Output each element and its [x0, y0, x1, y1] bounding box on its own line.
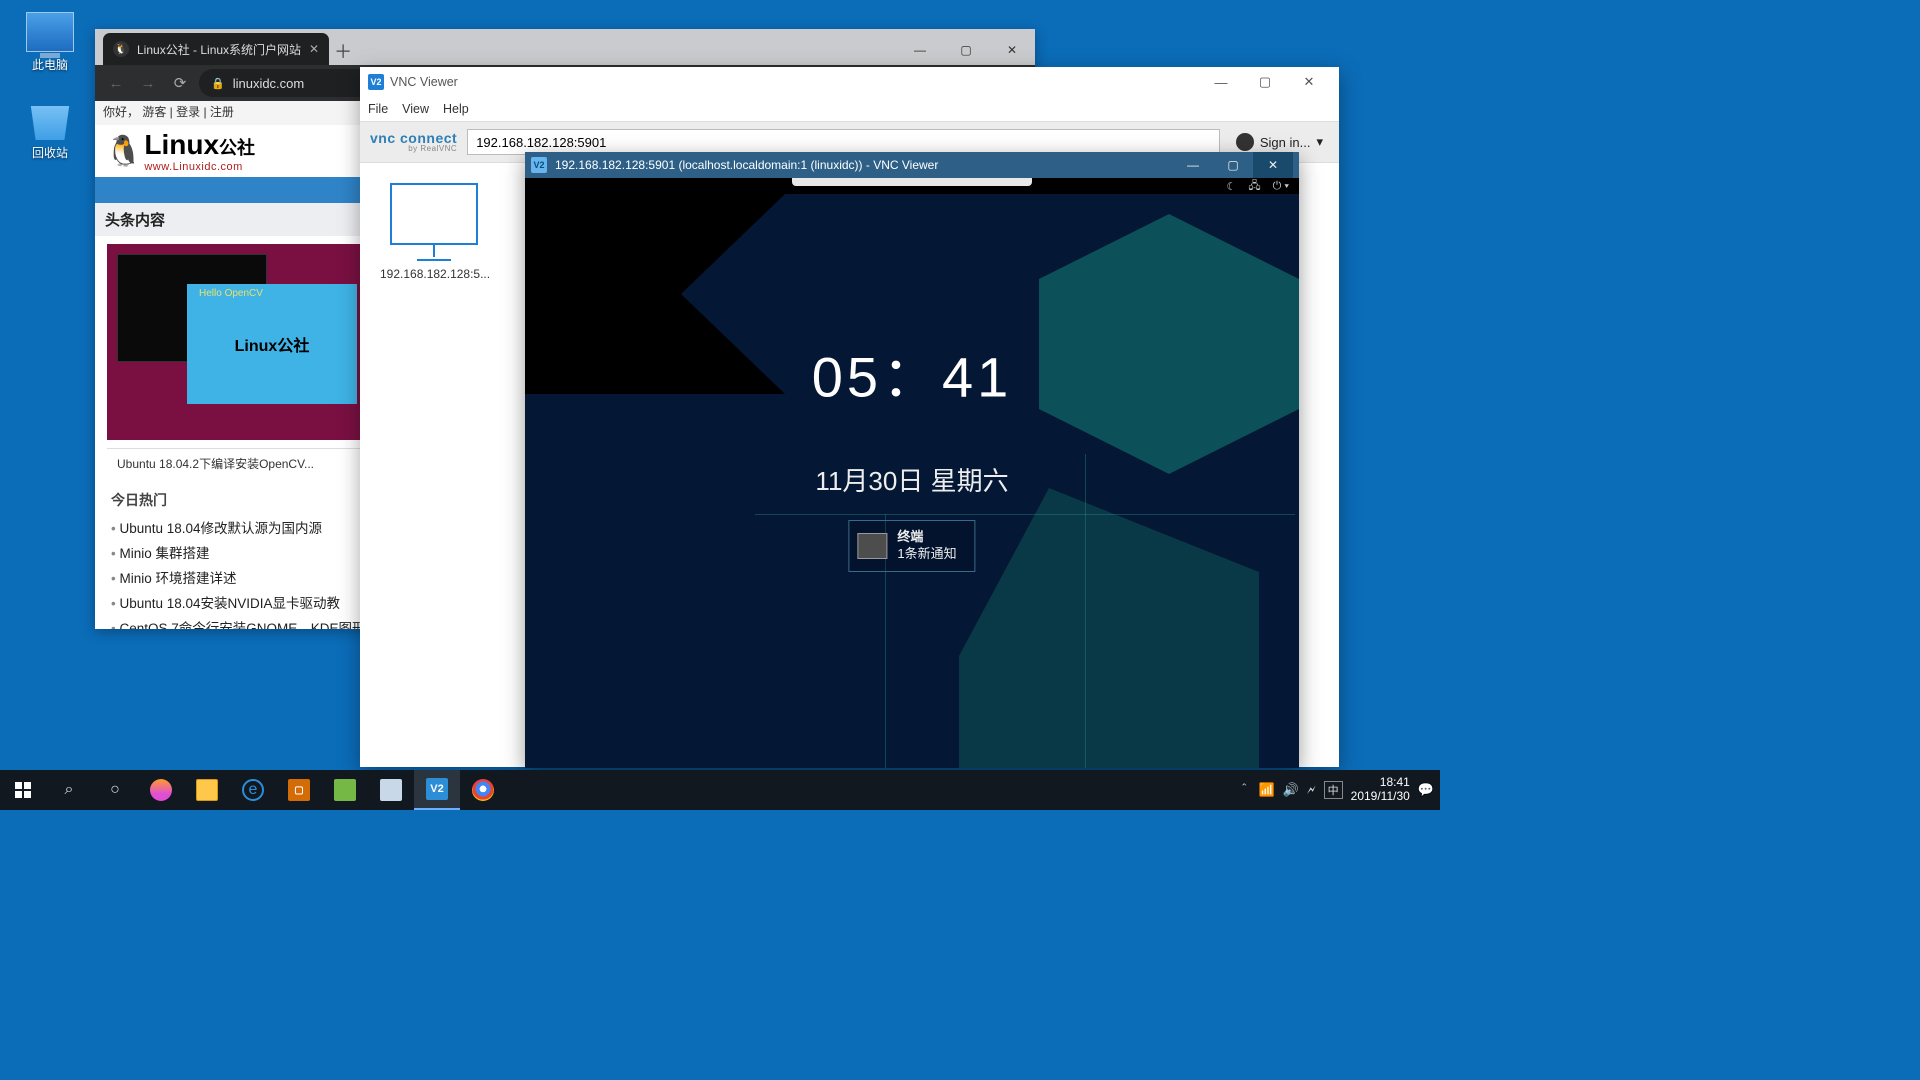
ie-button[interactable]: e	[230, 770, 276, 810]
maximize-button[interactable]: ▢	[1243, 68, 1287, 96]
titlebar[interactable]: V2 VNC Viewer — ▢ ✕	[360, 67, 1339, 97]
cortana-button[interactable]: ○	[92, 770, 138, 810]
sign-in-button[interactable]: Sign in... ▾	[1230, 133, 1329, 151]
chrome-icon	[472, 779, 494, 801]
close-button[interactable]: ✕	[1253, 152, 1293, 178]
reload-button[interactable]: ⟳	[167, 70, 193, 96]
menu-bar: File View Help	[360, 97, 1339, 121]
back-button[interactable]: ←	[103, 70, 129, 96]
minimize-button[interactable]: —	[1173, 152, 1213, 178]
night-icon[interactable]: ☾	[1226, 180, 1236, 193]
desktop-icon-label: 回收站	[32, 146, 68, 160]
vnc-icon: V2	[368, 74, 384, 90]
close-button[interactable]: ✕	[989, 35, 1035, 65]
start-button[interactable]	[0, 770, 46, 810]
wifi-icon[interactable]: 📶	[1259, 782, 1275, 798]
connection-label: 192.168.182.128:5...	[380, 267, 488, 281]
monitor-icon	[390, 183, 478, 245]
tab-title: Linux公社 - Linux系统门户网站	[137, 41, 301, 58]
new-tab-button[interactable]: ＋	[329, 37, 357, 65]
folder-icon	[196, 779, 218, 801]
vnc-session-window: V2 192.168.182.128:5901 (localhost.local…	[525, 152, 1299, 768]
battery-icon[interactable]: 🗲	[1307, 782, 1316, 798]
system-tray: ＾ 📶 🔊 🗲 中 18:41 2019/11/30 💬	[1232, 776, 1440, 804]
action-center-icon[interactable]: 💬	[1418, 782, 1434, 798]
notification-card[interactable]: 终端 1条新通知	[848, 520, 975, 572]
desktop-icon-recycle-bin[interactable]: 回收站	[12, 100, 88, 161]
window-title: 192.168.182.128:5901 (localhost.localdom…	[555, 158, 938, 172]
close-button[interactable]: ✕	[1287, 68, 1331, 96]
gnome-top-bar: ☾ 🖧 ⏻ ▾	[525, 178, 1299, 194]
notification-title: 终端	[897, 529, 956, 546]
close-icon[interactable]: ✕	[309, 42, 319, 56]
taskbar: ⌕ ○ e ▢ V2 ＾ 📶 🔊 🗲 中 18:41 2019/11/30 💬	[0, 770, 1440, 810]
computer-icon	[26, 12, 74, 52]
address-text: linuxidc.com	[233, 76, 305, 91]
penguin-icon: 🐧	[105, 134, 142, 169]
notepad-icon	[380, 779, 402, 801]
site-logo[interactable]: 🐧 Linux公社 www.Linuxidc.com	[105, 129, 255, 173]
avatar-icon	[1236, 133, 1254, 151]
vmware-icon: ▢	[288, 779, 310, 801]
vmware-button[interactable]: ▢	[276, 770, 322, 810]
forward-button[interactable]: →	[135, 70, 161, 96]
vnc-icon: V2	[426, 778, 448, 800]
titlebar[interactable]: V2 192.168.182.128:5901 (localhost.local…	[525, 152, 1299, 178]
minimize-button[interactable]: —	[1199, 68, 1243, 96]
remote-desktop[interactable]: ☾ 🖧 ⏻ ▾ 05：41 11月30日 星期六 终端 1条新通知	[525, 178, 1299, 768]
search-button[interactable]: ⌕	[46, 770, 92, 810]
file-explorer-button[interactable]	[184, 770, 230, 810]
vnc-connect-logo: vnc connect by RealVNC	[370, 131, 457, 153]
volume-icon[interactable]: 🔊	[1283, 782, 1299, 798]
vnc-icon: V2	[531, 157, 547, 173]
chrome-button[interactable]	[460, 770, 506, 810]
lock-screen-clock: 05：41	[812, 332, 1013, 413]
desktop-icon-this-pc[interactable]: 此电脑	[12, 12, 88, 73]
menu-help[interactable]: Help	[443, 102, 469, 116]
vnc-viewer-button[interactable]: V2	[414, 770, 460, 810]
pix-icon	[334, 779, 356, 801]
menu-file[interactable]: File	[368, 102, 388, 116]
lock-icon: 🔒	[211, 77, 225, 90]
notification-body: 1条新通知	[897, 546, 956, 563]
maximize-button[interactable]: ▢	[943, 35, 989, 65]
taskbar-clock[interactable]: 18:41 2019/11/30	[1351, 776, 1410, 804]
headline-caption[interactable]: Ubuntu 18.04.2下编译安装OpenCV...	[117, 455, 314, 472]
terminal-icon	[857, 533, 887, 559]
penguin-icon: 🐧	[113, 41, 129, 57]
vnc-toolbar-handle[interactable]	[792, 178, 1032, 186]
chrome-tab-strip: 🐧 Linux公社 - Linux系统门户网站 ✕ ＋ — ▢ ✕	[95, 29, 1035, 65]
ime-indicator[interactable]: 中	[1324, 781, 1343, 799]
opencv-window: Linux公社	[187, 284, 357, 404]
pix-button[interactable]	[322, 770, 368, 810]
maximize-button[interactable]: ▢	[1213, 152, 1253, 178]
lock-screen-date: 11月30日 星期六	[815, 461, 1008, 498]
recycle-bin-icon	[26, 100, 74, 140]
window-title: VNC Viewer	[390, 75, 458, 89]
desktop-icon-label: 此电脑	[32, 58, 68, 72]
menu-view[interactable]: View	[402, 102, 429, 116]
chrome-tab[interactable]: 🐧 Linux公社 - Linux系统门户网站 ✕	[103, 33, 329, 65]
minimize-button[interactable]: —	[897, 35, 943, 65]
firefox-icon	[150, 779, 172, 801]
power-icon[interactable]: ⏻ ▾	[1273, 180, 1289, 193]
network-icon[interactable]: 🖧	[1248, 178, 1260, 196]
firefox-button[interactable]	[138, 770, 184, 810]
tray-chevron-up-icon[interactable]: ＾	[1238, 781, 1251, 800]
notepad-button[interactable]	[368, 770, 414, 810]
ie-icon: e	[242, 779, 264, 801]
chevron-down-icon: ▾	[1316, 134, 1323, 150]
connection-tile[interactable]: 192.168.182.128:5...	[380, 183, 488, 747]
